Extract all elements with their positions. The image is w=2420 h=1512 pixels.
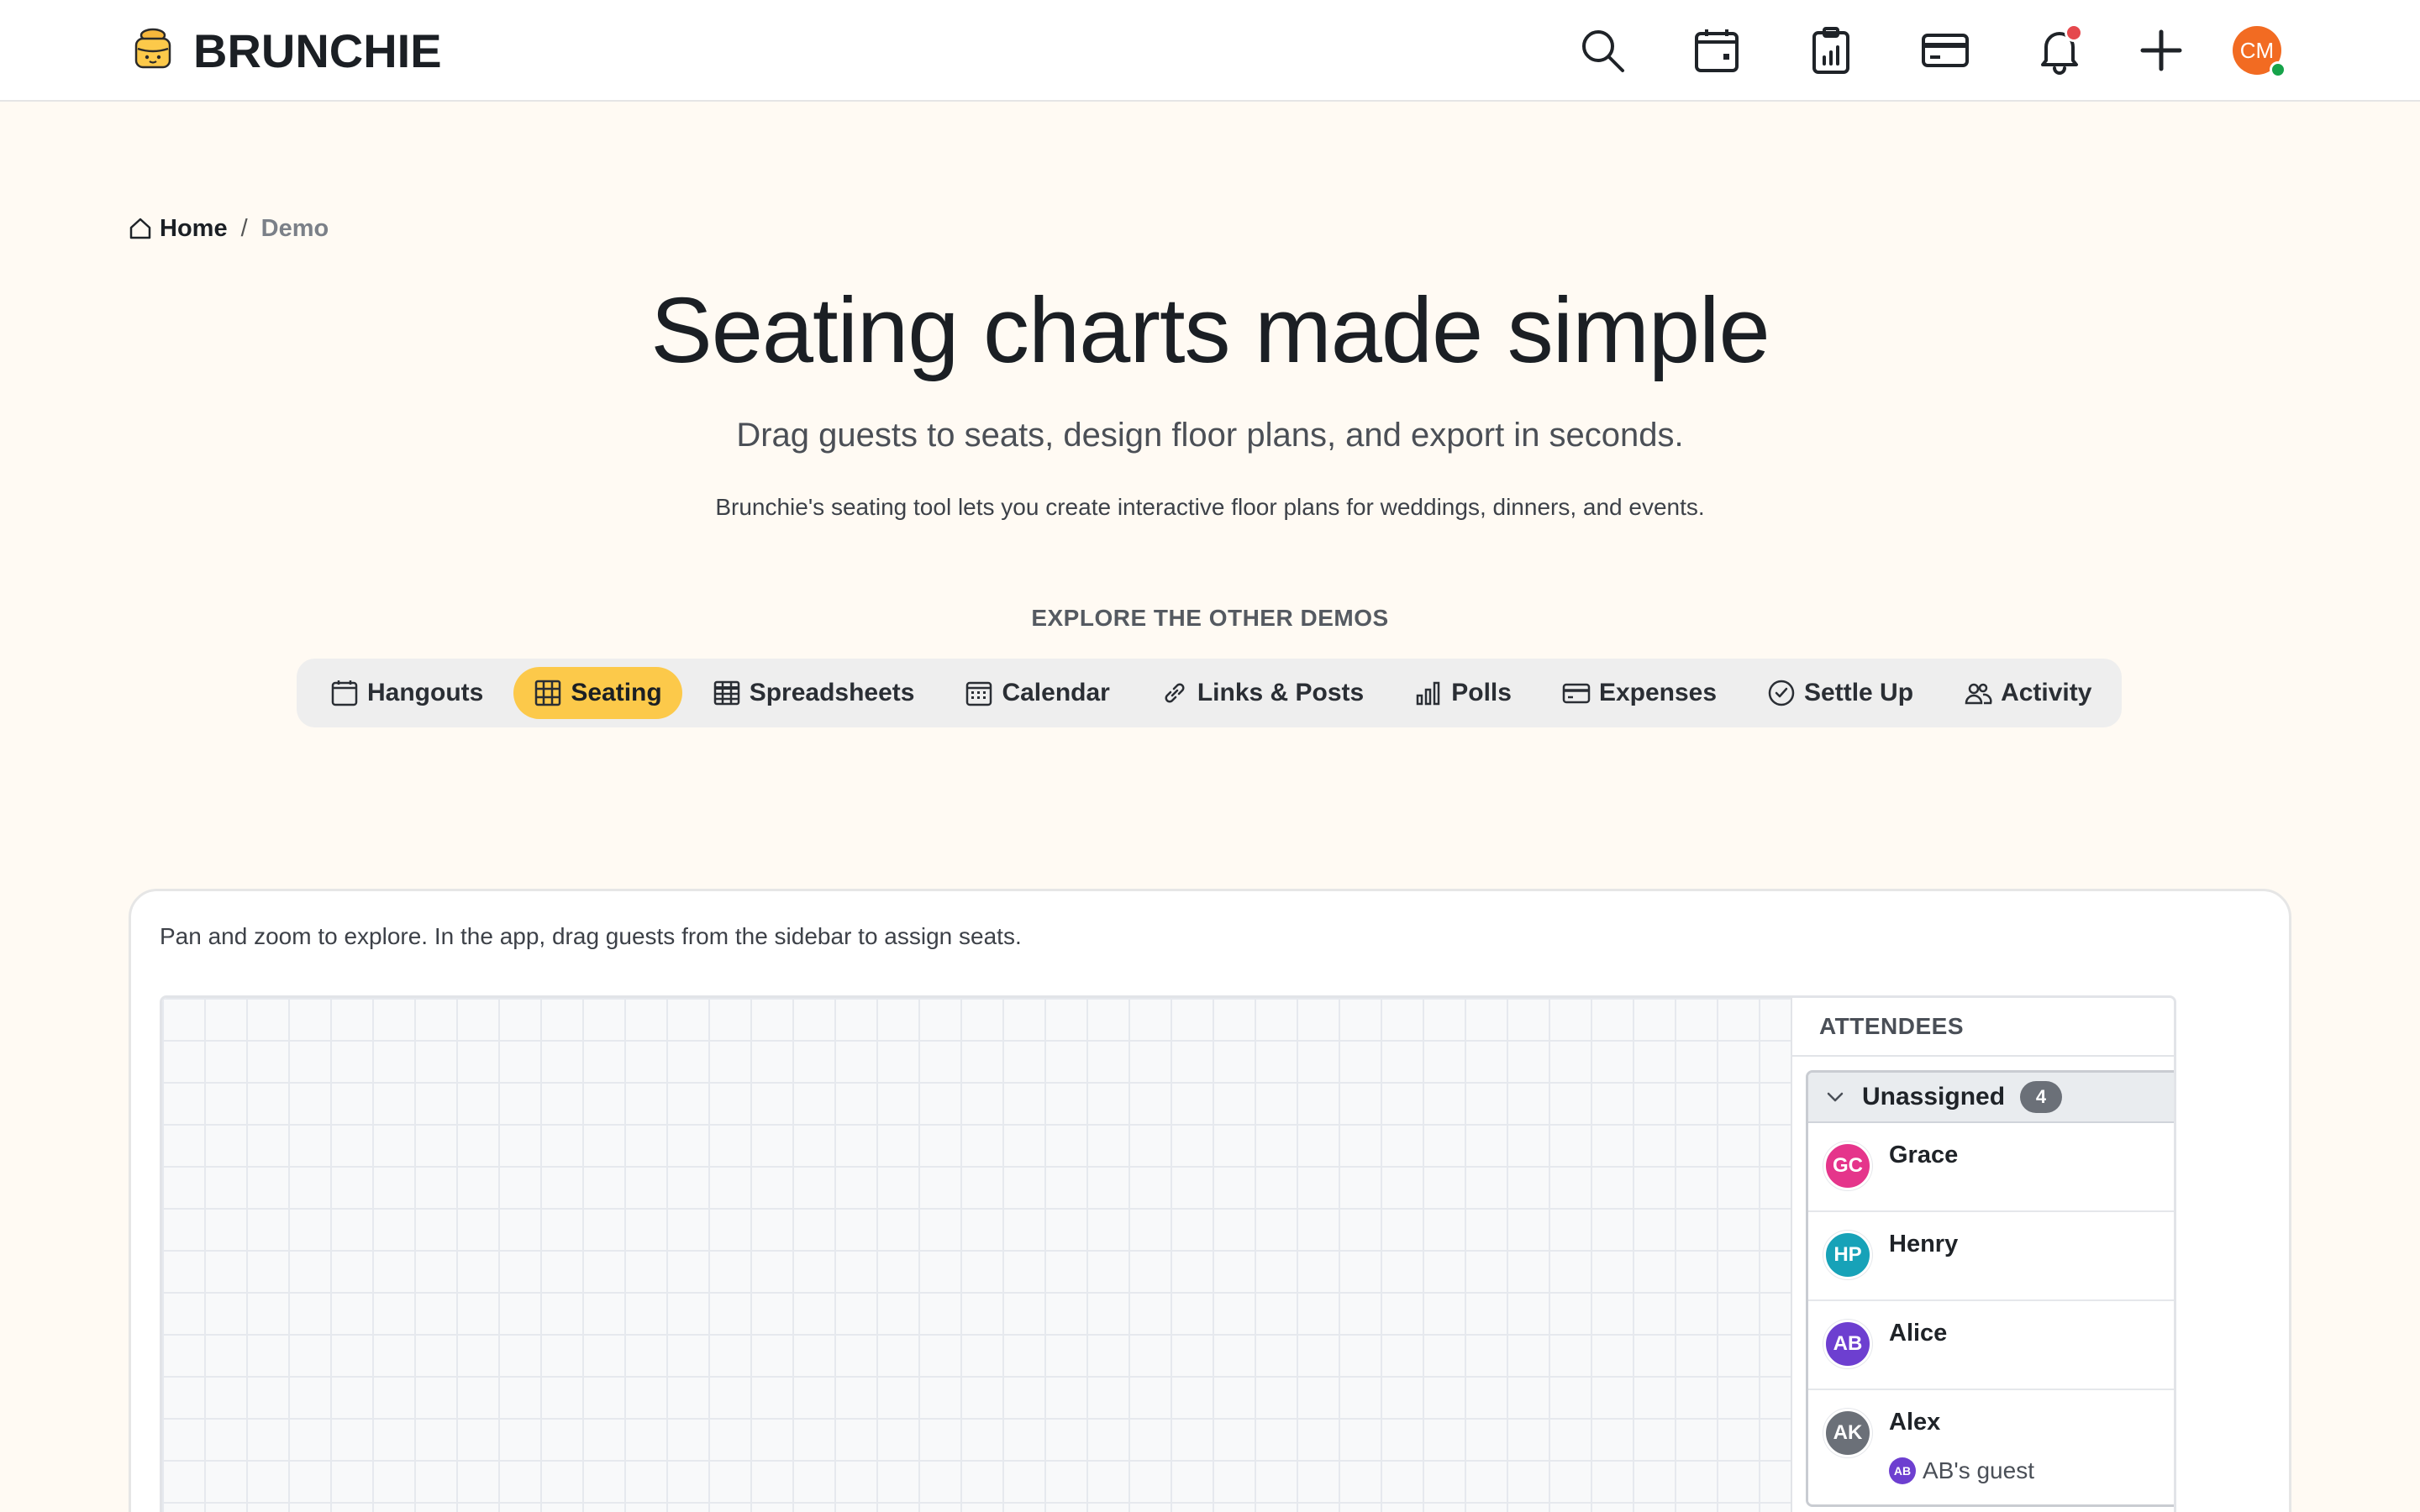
plus-icon bbox=[2140, 29, 2182, 71]
tab-settle-up[interactable]: Settle Up bbox=[1747, 667, 1933, 719]
tab-label: Activity bbox=[2001, 679, 2092, 706]
tab-label: Hangouts bbox=[367, 679, 484, 706]
floor-plan-canvas[interactable] bbox=[162, 998, 1791, 1512]
tab-label: Settle Up bbox=[1804, 679, 1914, 706]
attendee-name: Henry bbox=[1889, 1231, 1959, 1257]
user-initials: CM bbox=[2239, 37, 2275, 63]
attendees-header: ATTENDEES bbox=[1792, 998, 2174, 1057]
credit-card-icon bbox=[1562, 683, 1591, 704]
page-subtitle: Drag guests to seats, design floor plans… bbox=[736, 417, 1684, 454]
notifications-button[interactable] bbox=[2033, 24, 2086, 77]
unassigned-group-toggle[interactable]: Unassigned 4 bbox=[1808, 1073, 2174, 1123]
reports-button[interactable] bbox=[1804, 24, 1858, 77]
brunch-cake-icon bbox=[134, 28, 171, 69]
search-button[interactable] bbox=[1576, 24, 1629, 77]
breadcrumb-current: Demo bbox=[260, 214, 329, 242]
tab-seating[interactable]: Seating bbox=[513, 667, 682, 719]
attendee-avatar: AB bbox=[1823, 1320, 1872, 1368]
tab-label: Links & Posts bbox=[1197, 679, 1365, 706]
demo-tabs: Hangouts Seating Spreadsheets Calendar L… bbox=[297, 659, 2122, 727]
online-status-dot bbox=[2270, 61, 2286, 78]
tab-calendar[interactable]: Calendar bbox=[944, 667, 1129, 719]
unassigned-count-badge: 4 bbox=[2020, 1081, 2063, 1113]
top-navbar: BRUNCHIE CM bbox=[0, 0, 2420, 102]
tab-spreadsheets[interactable]: Spreadsheets bbox=[692, 667, 935, 719]
calendar-icon bbox=[1695, 29, 1739, 72]
guest-of-line: AB AB's guest bbox=[1889, 1457, 2034, 1484]
demo-hint: Pan and zoom to explore. In the app, dra… bbox=[160, 923, 1022, 949]
attendee-avatar: AK bbox=[1823, 1409, 1872, 1457]
tab-label: Spreadsheets bbox=[749, 679, 915, 706]
explore-demos-label: EXPLORE THE OTHER DEMOS bbox=[1031, 605, 1389, 631]
table-icon bbox=[713, 680, 739, 706]
tab-activity[interactable]: Activity bbox=[1944, 667, 2112, 719]
chevron-down-icon bbox=[1827, 1092, 1844, 1102]
attendee-item[interactable]: GC Grace bbox=[1808, 1123, 2174, 1212]
user-avatar[interactable]: CM bbox=[2233, 26, 2286, 78]
credit-card-icon bbox=[1922, 34, 1969, 67]
payments-button[interactable] bbox=[1918, 24, 1972, 77]
page-title: Seating charts made simple bbox=[650, 279, 1770, 382]
notification-dot bbox=[2065, 24, 2083, 42]
tab-links-posts[interactable]: Links & Posts bbox=[1140, 667, 1384, 719]
tab-label: Expenses bbox=[1598, 679, 1718, 706]
attendee-name: Alex bbox=[1889, 1409, 1941, 1436]
clipboard-chart-icon bbox=[1812, 27, 1849, 74]
brand[interactable]: BRUNCHIE bbox=[128, 24, 442, 77]
group-title: Unassigned bbox=[1862, 1083, 2006, 1110]
attendee-item[interactable]: AB Alice bbox=[1808, 1301, 2174, 1390]
guest-of-label: AB's guest bbox=[1923, 1457, 2034, 1483]
tab-label: Seating bbox=[571, 679, 662, 706]
attendee-avatar: GC bbox=[1823, 1142, 1872, 1190]
seating-editor: ATTENDEES Unassigned 4 GC Grace HP Henry bbox=[160, 995, 2176, 1512]
unassigned-group: Unassigned 4 GC Grace HP Henry AB Alice … bbox=[1806, 1070, 2174, 1507]
attendee-avatar: HP bbox=[1823, 1231, 1872, 1279]
breadcrumb-separator: / bbox=[240, 214, 248, 242]
tab-polls[interactable]: Polls bbox=[1394, 667, 1532, 719]
search-icon bbox=[1582, 30, 1624, 72]
create-button[interactable] bbox=[2134, 24, 2188, 77]
breadcrumb-home-link[interactable]: Home bbox=[160, 215, 228, 243]
users-icon bbox=[1965, 683, 1992, 705]
calendar-icon bbox=[331, 680, 358, 706]
brand-name: BRUNCHIE bbox=[193, 24, 442, 77]
grid-icon bbox=[535, 680, 561, 706]
host-mini-avatar: AB bbox=[1889, 1457, 1916, 1484]
calendar-button[interactable] bbox=[1690, 24, 1744, 77]
breadcrumb: Home / Demo bbox=[128, 212, 329, 245]
seating-demo-card: Pan and zoom to explore. In the app, dra… bbox=[129, 889, 2291, 1512]
attendees-sidebar: ATTENDEES Unassigned 4 GC Grace HP Henry bbox=[1791, 998, 2174, 1512]
attendee-item[interactable]: AK Alex AB AB's guest bbox=[1808, 1390, 2174, 1504]
home-icon bbox=[129, 218, 151, 239]
attendee-item[interactable]: HP Henry bbox=[1808, 1212, 2174, 1301]
attendee-name: Grace bbox=[1889, 1142, 1959, 1168]
tab-label: Polls bbox=[1451, 679, 1512, 706]
page-description: Brunchie's seating tool lets you create … bbox=[715, 494, 1705, 520]
link-icon bbox=[1165, 683, 1185, 703]
attendee-name: Alice bbox=[1889, 1320, 1948, 1347]
tab-hangouts[interactable]: Hangouts bbox=[310, 667, 503, 719]
check-circle-icon bbox=[1768, 680, 1795, 706]
bar-chart-icon bbox=[1416, 681, 1440, 706]
tab-label: Calendar bbox=[1002, 679, 1110, 706]
calendar-grid-icon bbox=[966, 681, 992, 706]
tab-expenses[interactable]: Expenses bbox=[1542, 667, 1737, 719]
